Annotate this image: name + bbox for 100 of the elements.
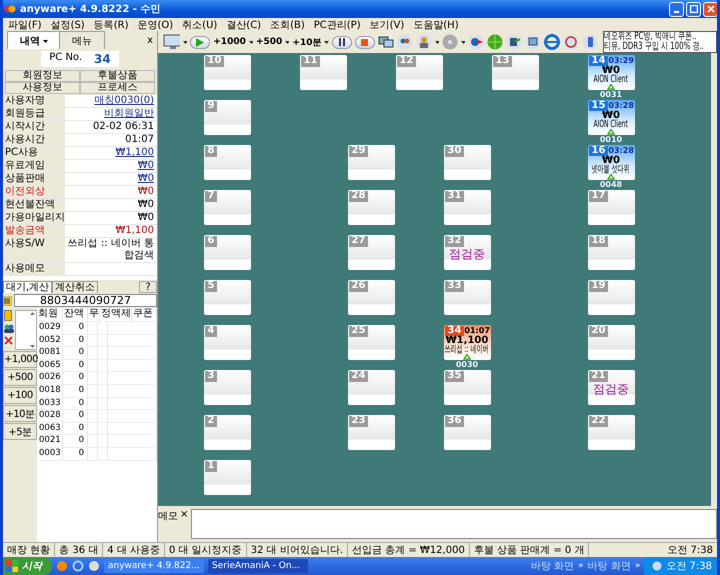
menu-item[interactable]: 파일(F) — [8, 18, 42, 32]
taskbar-window[interactable]: anyware+ 4.9.822... — [104, 559, 204, 573]
info-tab-button[interactable]: 후불상품 — [80, 70, 155, 82]
seat-number: 25 — [348, 326, 368, 337]
export-icon[interactable] — [506, 34, 522, 50]
menu-item[interactable]: 결산(C) — [226, 18, 262, 32]
quick-add-button[interactable]: +5분 — [3, 423, 37, 440]
seat-number: 30 — [444, 146, 464, 157]
person-icon[interactable] — [416, 34, 432, 50]
window-icon[interactable] — [524, 34, 541, 50]
seat-time: 01:07 — [464, 326, 490, 336]
seat-program: AION Client — [594, 75, 628, 84]
help-button[interactable]: ? — [139, 281, 157, 293]
seat-user-id: 0031 — [600, 90, 622, 99]
info-value[interactable]: ₩0 — [65, 160, 157, 172]
table-cell: 0065 — [37, 360, 63, 372]
news-line[interactable]: 네오위즈 PC방, 빅애니 쿠폰.. — [604, 32, 696, 42]
caret-icon[interactable] — [434, 40, 439, 44]
seat-status-text: 점검중 — [449, 247, 485, 261]
barcode-field[interactable]: 8803444090727 — [14, 294, 157, 307]
caret-icon — [43, 40, 48, 42]
caret-icon[interactable] — [324, 40, 329, 44]
seat-program: 쓰리섭 :: 네이버 — [445, 345, 489, 354]
news-ticker[interactable]: 네오위즈 PC방, 빅애니 쿠폰.. 티뮤, DDR3 구입 시 100% 경.. — [602, 31, 717, 53]
caret-icon[interactable] — [460, 40, 465, 44]
news-line[interactable]: 티뮤, DDR3 구입 시 100% 경.. — [604, 42, 704, 52]
stop-button[interactable] — [354, 36, 375, 48]
menu-item[interactable]: 등록(R) — [94, 18, 128, 32]
table-cell: 0081 — [37, 347, 63, 359]
table-cell: 0 — [63, 384, 88, 397]
start-button[interactable]: 시작 — [3, 557, 52, 575]
caret-icon[interactable] — [183, 40, 188, 44]
caret-icon[interactable] — [248, 40, 253, 44]
people-icon[interactable] — [4, 324, 14, 333]
table-cell: 0 — [63, 422, 88, 434]
tray-icon[interactable] — [652, 561, 662, 571]
pc-seat-card[interactable]: 16 03:28 ₩0 넷마블 섯다위 — [588, 145, 634, 180]
taskbar-toolbar[interactable]: 바탕 화면 — [530, 559, 574, 573]
info-value[interactable]: ₩0 — [65, 173, 157, 185]
table-cell: 0033 — [37, 398, 63, 410]
menu-item[interactable]: 보기(V) — [370, 18, 404, 32]
seat-number: 26 — [348, 281, 368, 292]
seat-number: 20 — [588, 326, 608, 337]
calc-tab[interactable]: 대기,계산 — [3, 281, 52, 293]
panel-close-button[interactable]: x — [147, 34, 153, 46]
menu-item[interactable]: 설정(S) — [50, 18, 85, 32]
menu-item[interactable]: PC관리(P) — [314, 18, 361, 32]
pc-seat-card[interactable]: 21 점검중 — [588, 370, 634, 405]
info-value[interactable]: 매칭0030(0) — [65, 95, 157, 107]
seat-user-id: 0010 — [600, 135, 622, 144]
seat-number: 28 — [348, 191, 368, 202]
info-tab-button[interactable]: 회원정보 — [5, 70, 80, 82]
minimize-button[interactable] — [669, 2, 684, 16]
delete-icon[interactable] — [4, 336, 13, 345]
app-icon — [4, 3, 16, 15]
info-tab-button[interactable]: 사용정보 — [5, 82, 80, 94]
time-step-button[interactable]: +500 — [256, 37, 282, 47]
info-label: 사용시간 — [3, 134, 65, 146]
menu-item[interactable]: 운영(O) — [137, 18, 174, 32]
panel-tab[interactable]: 내역 — [7, 31, 61, 49]
pc-seat-card[interactable]: 15 03:28 ₩0 AION Client — [588, 100, 634, 135]
column-header: 정액제 — [100, 308, 132, 321]
close-button[interactable] — [703, 2, 717, 16]
quick-add-button[interactable]: +1,000 — [3, 351, 37, 368]
caret-icon[interactable] — [285, 40, 290, 44]
quick-add-button[interactable]: +100 — [3, 387, 37, 404]
info-value: 01:07 — [124, 134, 155, 146]
pc-seat-card[interactable]: 14 03:29 ₩0 AION Client — [588, 55, 634, 90]
time-step-button[interactable]: +10분 — [292, 36, 322, 48]
toolbar-more-button[interactable]: » — [578, 561, 584, 571]
seat-number: 13 — [492, 56, 512, 67]
table-cell: 0 — [63, 322, 88, 334]
info-label: 사용자명 — [3, 95, 65, 107]
column-header: 잔액 — [63, 308, 88, 321]
taskbar-window[interactable]: SerieAmaniA - On... — [208, 559, 308, 573]
info-value[interactable]: 비회원일반 — [65, 108, 157, 120]
menu-item[interactable]: 도움말(H) — [413, 18, 459, 32]
maximize-button[interactable] — [686, 2, 701, 16]
pc-seat-card[interactable]: 34 01:07 ₩1,100 쓰리섭 :: 네이버 — [444, 325, 490, 360]
memo-close-button[interactable]: × — [180, 509, 188, 520]
info-tab-button[interactable]: 프로세스 — [80, 82, 155, 94]
users-icon[interactable] — [396, 34, 413, 50]
toolbar-more-button[interactable]: » — [634, 561, 640, 571]
monitor-icon[interactable] — [162, 34, 180, 50]
menu-item[interactable]: 취소(U) — [182, 18, 218, 32]
menu-item[interactable]: 조회(B) — [270, 18, 305, 32]
taskbar-toolbar[interactable]: 바탕 화면 — [588, 559, 631, 573]
seat-number: 14 — [588, 56, 608, 66]
quick-add-button[interactable]: +10분 — [3, 405, 37, 422]
pause-button[interactable] — [332, 36, 352, 48]
seat-user-id: 0030 — [456, 360, 478, 369]
flag-icon — [6, 560, 18, 572]
table-cell: 0052 — [37, 334, 63, 346]
time-step-button[interactable]: +1000 — [213, 37, 246, 47]
memo-field[interactable] — [191, 509, 717, 539]
info-value[interactable]: ₩1,100 — [65, 147, 157, 159]
panel-tab[interactable]: 메뉴 — [59, 31, 105, 49]
seat-user-id: 0048 — [600, 180, 622, 189]
quick-add-button[interactable]: +500 — [3, 369, 37, 386]
computers-icon[interactable] — [378, 35, 394, 49]
